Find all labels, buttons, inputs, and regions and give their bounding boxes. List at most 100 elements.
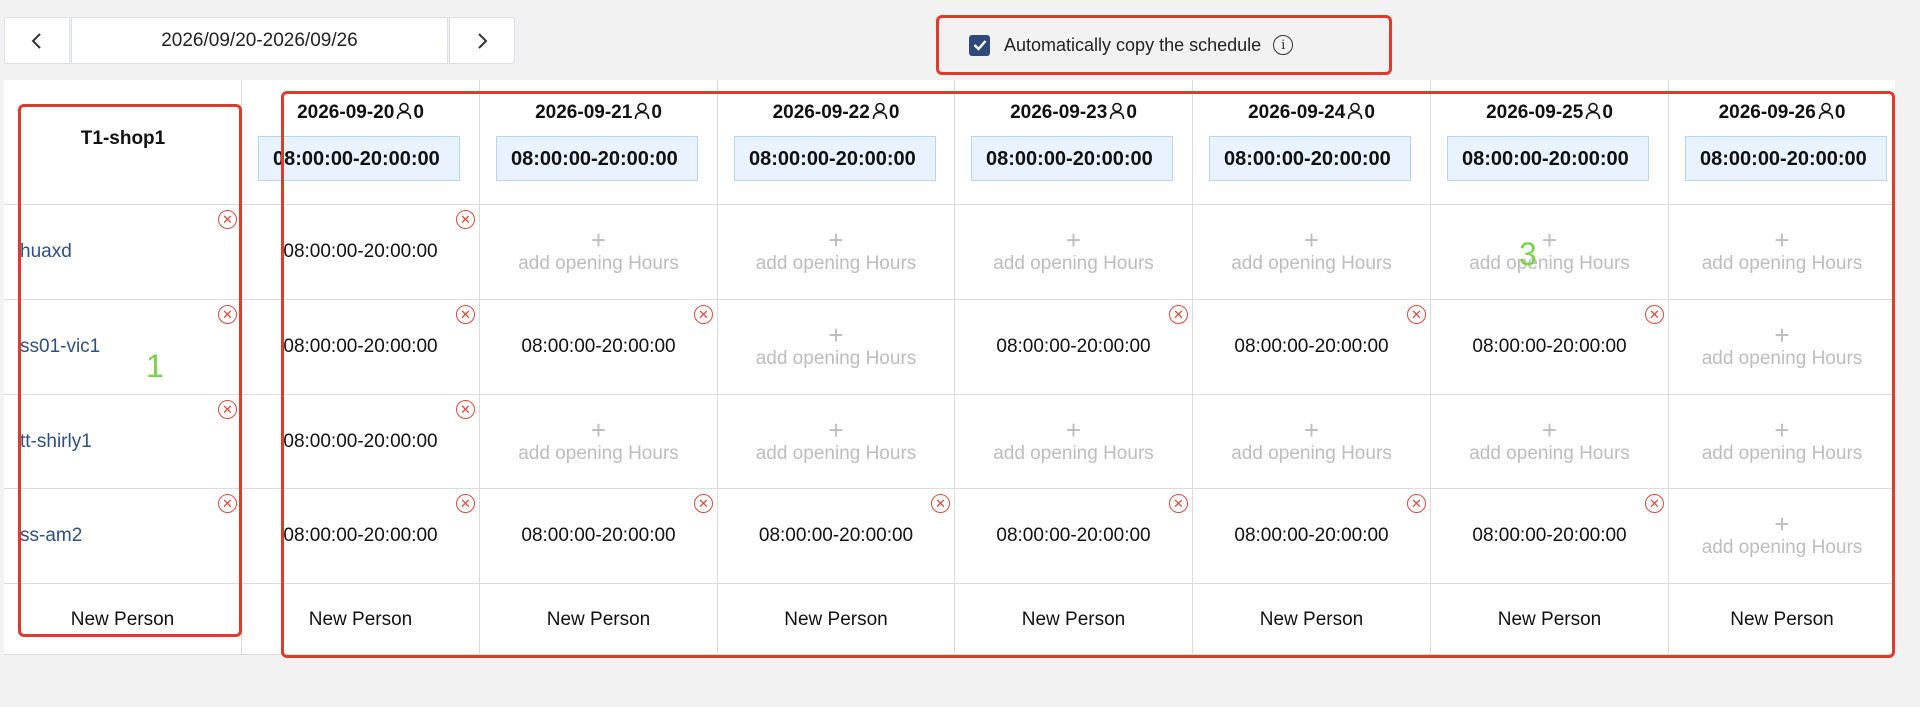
next-week-button[interactable] <box>449 17 515 64</box>
person-name-cell: huaxd ✕ <box>4 205 242 299</box>
remove-shift-icon[interactable]: ✕ <box>694 494 713 513</box>
opening-hours-tag[interactable]: 08:00:00-20:00:00 <box>258 136 460 181</box>
shift-cell[interactable]: 08:00:00-20:00:00 ✕ <box>242 489 480 583</box>
add-opening-hours[interactable]: + add opening Hours <box>480 417 717 465</box>
remove-shift-icon[interactable]: ✕ <box>931 494 950 513</box>
shop-header-cell: T1-shop1 <box>4 80 242 204</box>
shift-hours: 08:00:00-20:00:00 <box>1234 525 1389 546</box>
add-opening-hours[interactable]: + add opening Hours <box>718 227 954 275</box>
new-person-button[interactable]: New Person <box>955 609 1192 631</box>
remove-shift-icon[interactable]: ✕ <box>1407 494 1426 513</box>
person-name[interactable]: huaxd <box>20 241 72 263</box>
remove-shift-icon[interactable]: ✕ <box>1169 305 1188 324</box>
remove-shift-icon[interactable]: ✕ <box>1645 494 1664 513</box>
date-range-display[interactable]: 2026/09/20-2026/09/26 <box>71 17 448 64</box>
remove-shift-icon[interactable]: ✕ <box>456 400 475 419</box>
shift-cell[interactable]: 08:00:00-20:00:00 ✕ <box>242 300 480 394</box>
auto-copy-label: Automatically copy the schedule <box>1004 34 1262 55</box>
add-opening-hours[interactable]: + add opening Hours <box>718 417 954 465</box>
shift-cell: + add opening Hours <box>480 395 718 488</box>
new-person-button[interactable]: New Person <box>4 609 241 631</box>
remove-shift-icon[interactable]: ✕ <box>456 494 475 513</box>
person-name[interactable]: ss01-vic1 <box>20 336 100 358</box>
shift-cell[interactable]: 08:00:00-20:00:00 ✕ <box>718 489 955 583</box>
remove-shift-icon[interactable]: ✕ <box>456 210 475 229</box>
add-opening-hours[interactable]: + add opening Hours <box>718 322 954 370</box>
add-opening-hours[interactable]: + add opening Hours <box>1193 417 1430 465</box>
shift-cell: + add opening Hours <box>955 205 1193 299</box>
new-person-cell: New Person <box>242 584 480 655</box>
add-opening-hours-label: add opening Hours <box>1701 537 1863 558</box>
person-icon <box>1585 102 1601 120</box>
shift-cell[interactable]: 08:00:00-20:00:00 ✕ <box>1193 300 1431 394</box>
shift-hours: 08:00:00-20:00:00 <box>1472 336 1627 357</box>
shift-hours: 08:00:00-20:00:00 <box>521 525 676 546</box>
info-icon[interactable]: i <box>1273 35 1294 55</box>
auto-copy-setting: Automatically copy the schedule i <box>936 15 1392 75</box>
shift-cell[interactable]: 08:00:00-20:00:00 ✕ <box>480 489 718 583</box>
person-name[interactable]: ss-am2 <box>20 525 82 547</box>
auto-copy-checkbox[interactable] <box>969 34 990 56</box>
person-name[interactable]: tt-shirly1 <box>20 431 92 453</box>
shift-cell[interactable]: 08:00:00-20:00:00 ✕ <box>242 205 480 299</box>
remove-person-icon[interactable]: ✕ <box>218 210 237 229</box>
shop-name: T1-shop1 <box>80 128 166 149</box>
shift-cell[interactable]: 08:00:00-20:00:00 ✕ <box>1193 489 1431 583</box>
prev-week-button[interactable] <box>4 17 70 64</box>
opening-hours-tag[interactable]: 08:00:00-20:00:00 <box>1209 136 1411 181</box>
add-opening-hours[interactable]: + add opening Hours <box>480 227 717 275</box>
opening-hours-tag[interactable]: 08:00:00-20:00:00 <box>971 136 1173 181</box>
add-opening-hours[interactable]: + add opening Hours <box>1669 225 1895 275</box>
opening-hours-tag[interactable]: 08:00:00-20:00:00 <box>734 136 936 181</box>
new-person-button[interactable]: New Person <box>480 609 717 631</box>
plus-icon: + <box>1774 225 1790 255</box>
person-row: ss-am2 ✕ 08:00:00-20:00:00 ✕ 08:00:00-20:00:… <box>4 489 1895 584</box>
add-opening-hours[interactable]: + add opening Hours <box>1193 227 1430 275</box>
staff-count: 0 <box>1834 102 1846 123</box>
add-opening-hours[interactable]: + add opening Hours <box>1669 417 1895 465</box>
shift-cell[interactable]: 08:00:00-20:00:00 ✕ <box>955 489 1193 583</box>
remove-person-icon[interactable]: ✕ <box>218 400 237 419</box>
remove-shift-icon[interactable]: ✕ <box>694 305 713 324</box>
add-opening-hours[interactable]: + add opening Hours <box>1669 322 1895 370</box>
shift-cell[interactable]: 08:00:00-20:00:00 ✕ <box>1431 300 1669 394</box>
shift-cell: + add opening Hours <box>1669 300 1895 394</box>
add-opening-hours[interactable]: + add opening Hours <box>955 417 1192 465</box>
new-person-button[interactable]: New Person <box>1193 609 1430 631</box>
person-icon <box>1347 102 1363 120</box>
remove-person-icon[interactable]: ✕ <box>218 494 237 513</box>
add-opening-hours-label: add opening Hours <box>755 348 917 369</box>
remove-shift-icon[interactable]: ✕ <box>1169 494 1188 513</box>
day-header-cell: 2026-09-22 0 08:00:00-20:00:00 <box>718 80 955 204</box>
schedule-grid: T1-shop1 2026-09-20 0 08:00:00-20:00:00 202… <box>4 80 1895 655</box>
add-opening-hours[interactable]: + add opening Hours <box>1669 511 1895 559</box>
new-person-button[interactable]: New Person <box>718 609 954 631</box>
opening-hours-tag[interactable]: 08:00:00-20:00:00 <box>1447 136 1649 181</box>
new-person-cell: New Person <box>955 584 1193 655</box>
shift-cell[interactable]: 08:00:00-20:00:00 ✕ <box>955 300 1193 394</box>
new-person-button[interactable]: New Person <box>1669 609 1895 631</box>
remove-person-icon[interactable]: ✕ <box>218 305 237 324</box>
remove-shift-icon[interactable]: ✕ <box>456 305 475 324</box>
day-header: 2026-09-22 0 <box>718 102 954 124</box>
add-opening-hours[interactable]: + add opening Hours <box>955 227 1192 275</box>
remove-shift-icon[interactable]: ✕ <box>1407 305 1426 324</box>
add-opening-hours-label: add opening Hours <box>518 442 679 464</box>
remove-shift-icon[interactable]: ✕ <box>1645 305 1664 324</box>
opening-hours-tag[interactable]: 08:00:00-20:00:00 <box>496 136 698 181</box>
person-icon <box>396 102 412 120</box>
day-date: 2026-09-24 <box>1248 102 1346 123</box>
opening-hours-tag[interactable]: 08:00:00-20:00:00 <box>1685 136 1887 181</box>
staff-count: 0 <box>1602 102 1613 123</box>
staff-count: 0 <box>413 102 424 123</box>
shift-cell[interactable]: 08:00:00-20:00:00 ✕ <box>480 300 718 394</box>
shift-cell[interactable]: 08:00:00-20:00:00 ✕ <box>1431 489 1669 583</box>
new-person-button[interactable]: New Person <box>242 609 479 631</box>
day-header-cell: 2026-09-24 0 08:00:00-20:00:00 <box>1193 80 1431 204</box>
add-opening-hours[interactable]: + add opening Hours <box>1431 227 1668 275</box>
add-opening-hours-label: add opening Hours <box>755 253 917 274</box>
add-opening-hours[interactable]: + add opening Hours <box>1431 417 1668 465</box>
staff-count: 0 <box>888 102 900 123</box>
new-person-button[interactable]: New Person <box>1431 609 1668 631</box>
shift-cell[interactable]: 08:00:00-20:00:00 ✕ <box>242 395 480 488</box>
